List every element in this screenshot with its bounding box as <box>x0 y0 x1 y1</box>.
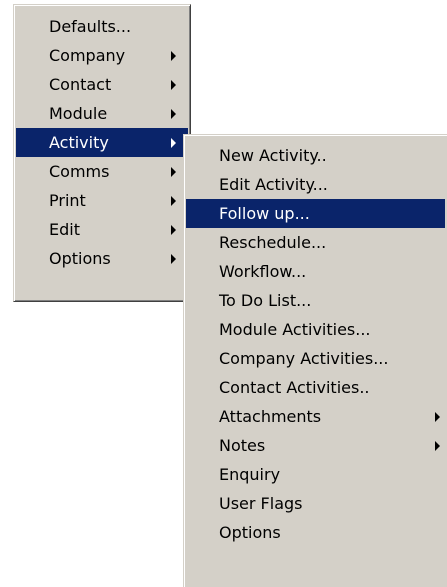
submenu-item-label: Edit Activity... <box>219 175 328 194</box>
menu-item-edit[interactable]: Edit <box>16 215 188 244</box>
submenu-arrow-icon <box>171 254 176 264</box>
submenu-item-label: Reschedule... <box>219 233 327 252</box>
submenu-arrow-icon <box>171 80 176 90</box>
submenu-item-attachments[interactable]: Attachments <box>186 402 445 431</box>
submenu-item-label: Attachments <box>219 407 322 426</box>
menu-item-options[interactable]: Options <box>16 244 188 273</box>
menu-item-label: Options <box>49 249 111 268</box>
menu-item-module[interactable]: Module <box>16 99 188 128</box>
submenu-arrow-icon <box>171 167 176 177</box>
submenu-arrow-icon <box>171 225 176 235</box>
submenu-item-contact-activities[interactable]: Contact Activities.. <box>186 373 445 402</box>
menu-item-comms[interactable]: Comms <box>16 157 188 186</box>
menu-item-label: Contact <box>49 75 112 94</box>
menu-item-label: Company <box>49 46 126 65</box>
submenu-item-options[interactable]: Options <box>186 518 445 547</box>
submenu-item-reschedule[interactable]: Reschedule... <box>186 228 445 257</box>
submenu-item-label: Company Activities... <box>219 349 389 368</box>
submenu-item-company-activities[interactable]: Company Activities... <box>186 344 445 373</box>
submenu-item-workflow[interactable]: Workflow... <box>186 257 445 286</box>
submenu-item-label: Follow up... <box>219 204 310 223</box>
submenu-item-label: Contact Activities.. <box>219 378 370 397</box>
activity-submenu: New Activity.. Edit Activity... Follow u… <box>183 134 447 587</box>
submenu-item-label: Options <box>219 523 281 542</box>
submenu-item-label: Module Activities... <box>219 320 371 339</box>
submenu-item-enquiry[interactable]: Enquiry <box>186 460 445 489</box>
submenu-item-label: To Do List... <box>219 291 312 310</box>
menu-item-label: Module <box>49 104 108 123</box>
main-context-menu: Defaults... Company Contact Module Activ… <box>13 4 191 302</box>
submenu-arrow-icon <box>435 441 440 451</box>
submenu-item-edit-activity[interactable]: Edit Activity... <box>186 170 445 199</box>
submenu-arrow-icon <box>171 196 176 206</box>
submenu-item-user-flags[interactable]: User Flags <box>186 489 445 518</box>
submenu-arrow-icon <box>171 51 176 61</box>
menu-item-label: Comms <box>49 162 110 181</box>
submenu-arrow-icon <box>435 412 440 422</box>
menu-item-label: Print <box>49 191 86 210</box>
menu-item-label: Edit <box>49 220 80 239</box>
submenu-item-label: Enquiry <box>219 465 281 484</box>
submenu-arrow-icon <box>171 138 176 148</box>
submenu-item-follow-up[interactable]: Follow up... <box>186 199 445 228</box>
submenu-item-notes[interactable]: Notes <box>186 431 445 460</box>
menu-item-print[interactable]: Print <box>16 186 188 215</box>
submenu-item-new-activity[interactable]: New Activity.. <box>186 141 445 170</box>
submenu-item-label: Workflow... <box>219 262 307 281</box>
menu-item-label: Defaults... <box>49 17 132 36</box>
submenu-item-module-activities[interactable]: Module Activities... <box>186 315 445 344</box>
menu-item-defaults[interactable]: Defaults... <box>16 12 188 41</box>
submenu-item-to-do-list[interactable]: To Do List... <box>186 286 445 315</box>
menu-item-contact[interactable]: Contact <box>16 70 188 99</box>
menu-item-activity[interactable]: Activity <box>16 128 188 157</box>
submenu-arrow-icon <box>171 109 176 119</box>
submenu-item-label: Notes <box>219 436 266 455</box>
menu-item-label: Activity <box>49 133 109 152</box>
menu-item-company[interactable]: Company <box>16 41 188 70</box>
submenu-item-label: New Activity.. <box>219 146 327 165</box>
submenu-item-label: User Flags <box>219 494 303 513</box>
